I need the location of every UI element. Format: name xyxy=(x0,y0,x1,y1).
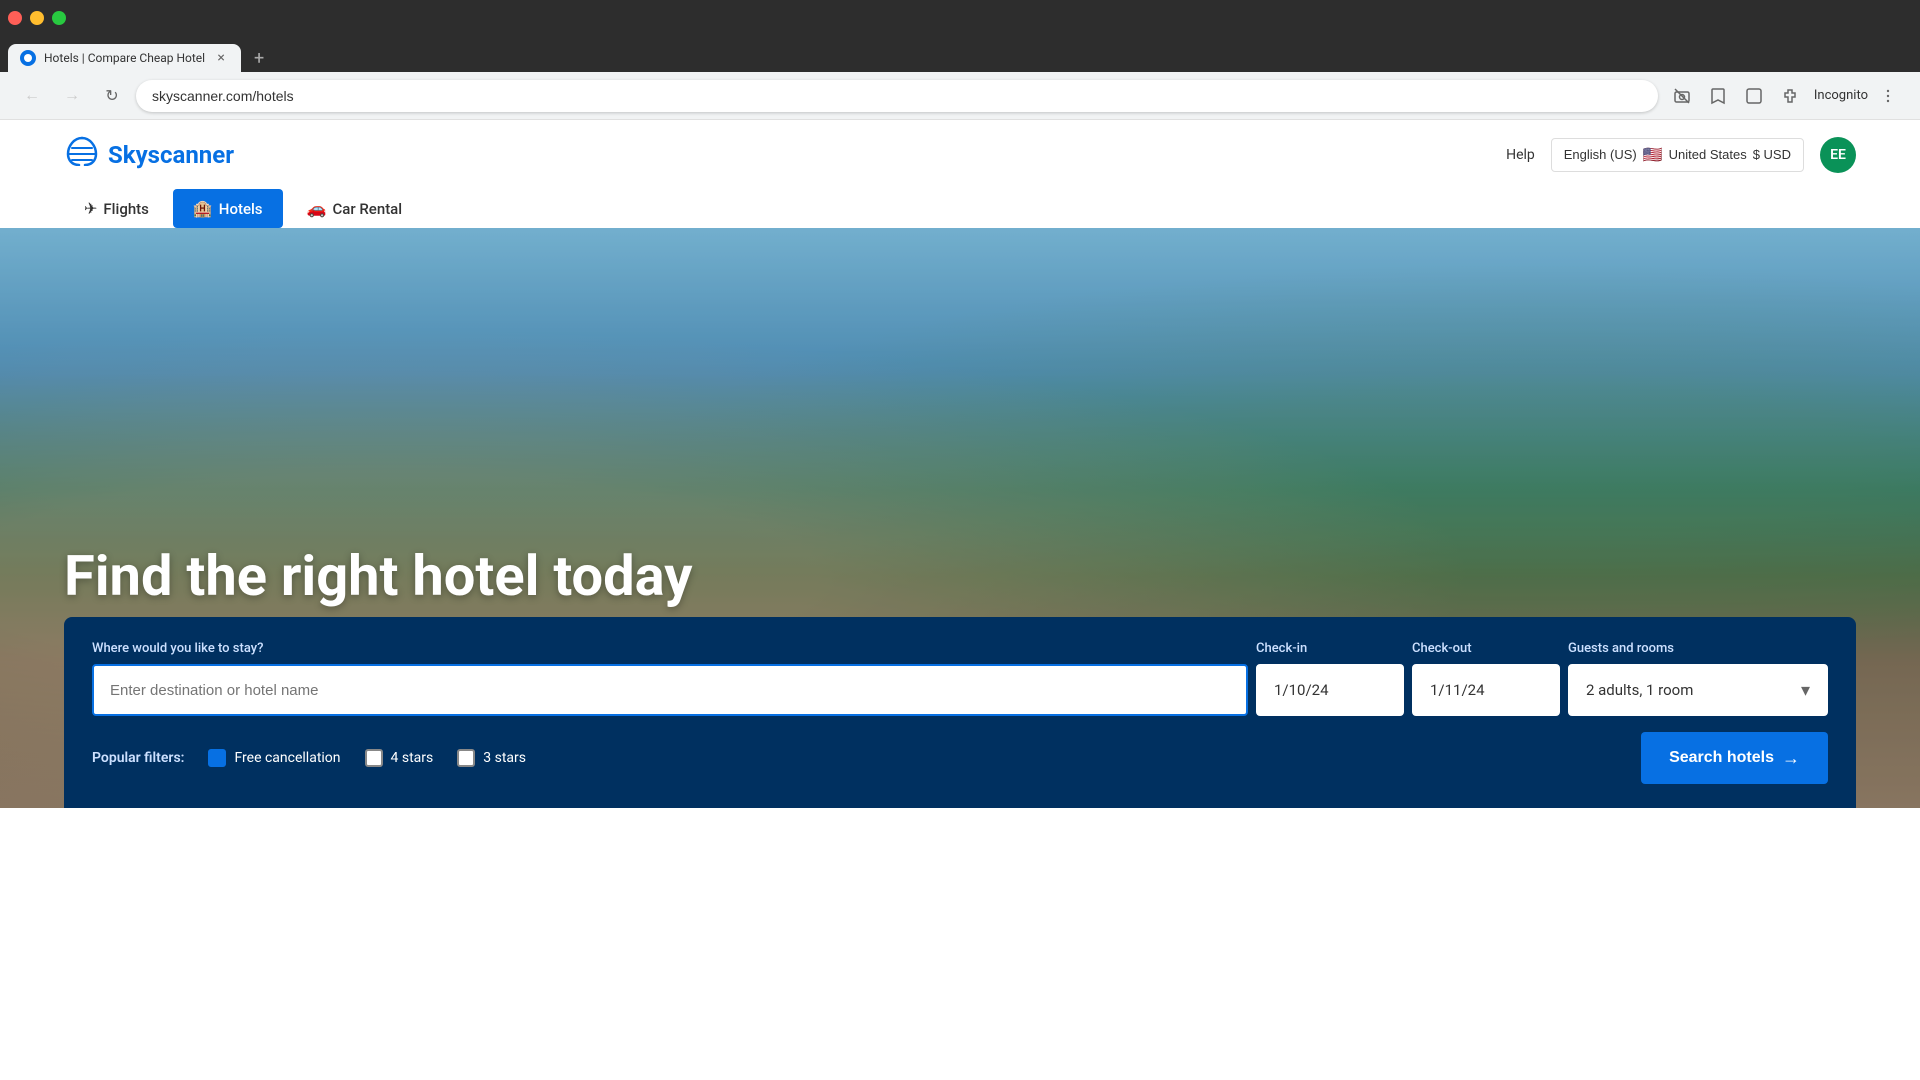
search-btn-label: Search hotels xyxy=(1669,749,1774,767)
new-tab-button[interactable]: + xyxy=(245,44,273,72)
destination-label: Where would you like to stay? xyxy=(92,641,1248,656)
car-rental-tab-label: Car Rental xyxy=(332,200,402,218)
window-controls xyxy=(8,11,66,25)
destination-input[interactable] xyxy=(92,664,1248,716)
nav-tab-car-rental[interactable]: 🚗 Car Rental xyxy=(287,189,423,228)
checkout-label: Check-out xyxy=(1412,641,1560,656)
guests-label: Guests and rooms xyxy=(1568,641,1828,656)
checkin-date-input[interactable]: 1/10/24 xyxy=(1256,664,1404,716)
forward-button[interactable]: → xyxy=(56,80,88,112)
search-box: Where would you like to stay? Check-in C… xyxy=(64,617,1856,808)
browser-titlebar xyxy=(0,0,1920,36)
logo-text: Skyscanner xyxy=(108,141,234,169)
menu-button[interactable] xyxy=(1872,80,1904,112)
camera-off-button[interactable] xyxy=(1666,80,1698,112)
guests-value: 2 adults, 1 room xyxy=(1586,681,1693,699)
3-stars-checkbox[interactable] xyxy=(457,749,475,767)
window-maximize-button[interactable] xyxy=(52,11,66,25)
flights-tab-icon: ✈ xyxy=(84,199,97,218)
logo-icon xyxy=(64,136,100,173)
car-rental-tab-icon: 🚗 xyxy=(307,199,327,218)
locale-label: English (US) xyxy=(1564,147,1637,162)
help-link[interactable]: Help xyxy=(1506,147,1535,163)
currency-label: $ USD xyxy=(1753,147,1791,162)
window-close-button[interactable] xyxy=(8,11,22,25)
filter-free-cancellation[interactable]: Free cancellation xyxy=(208,749,340,767)
filter-4-stars[interactable]: 4 stars xyxy=(365,749,434,767)
reload-button[interactable]: ↻ xyxy=(96,80,128,112)
tab-close-button[interactable]: × xyxy=(213,50,229,66)
chevron-down-icon: ▾ xyxy=(1801,680,1810,701)
address-bar[interactable] xyxy=(136,80,1658,112)
hotels-tab-label: Hotels xyxy=(219,200,263,218)
hero-title: Find the right hotel today xyxy=(64,546,692,608)
guests-rooms-select[interactable]: 2 adults, 1 room ▾ xyxy=(1568,664,1828,716)
checkout-value: 1/11/24 xyxy=(1430,681,1485,699)
user-avatar[interactable]: EE xyxy=(1820,137,1856,173)
browser-tab-active[interactable]: Hotels | Compare Cheap Hotel × xyxy=(8,44,241,72)
hero-section: Find the right hotel today Where would y… xyxy=(0,228,1920,808)
free-cancellation-checkbox[interactable] xyxy=(208,749,226,767)
filters-label: Popular filters: xyxy=(92,750,184,766)
site-logo[interactable]: Skyscanner xyxy=(64,136,234,173)
free-cancellation-label: Free cancellation xyxy=(234,750,340,766)
avatar-initials: EE xyxy=(1830,147,1846,163)
hotels-tab-icon: 🏨 xyxy=(193,199,213,218)
header-right: Help English (US) 🇺🇸 United States $ USD… xyxy=(1506,137,1856,173)
search-labels: Where would you like to stay? Check-in C… xyxy=(92,641,1828,656)
extensions-button[interactable] xyxy=(1774,80,1806,112)
window-minimize-button[interactable] xyxy=(30,11,44,25)
search-inputs: 1/10/24 1/11/24 2 adults, 1 room ▾ xyxy=(92,664,1828,716)
nav-tab-hotels[interactable]: 🏨 Hotels xyxy=(173,189,283,228)
locale-button[interactable]: English (US) 🇺🇸 United States $ USD xyxy=(1551,138,1804,172)
bookmark-button[interactable] xyxy=(1702,80,1734,112)
browser-toolbar: ← → ↻ Incognito xyxy=(0,72,1920,120)
flag-icon: 🇺🇸 xyxy=(1643,145,1663,165)
arrow-right-icon: → xyxy=(1782,748,1800,769)
nav-tab-flights[interactable]: ✈ Flights xyxy=(64,189,169,228)
page-content: Skyscanner Help English (US) 🇺🇸 United S… xyxy=(0,120,1920,808)
tab-favicon xyxy=(20,50,36,66)
flights-tab-label: Flights xyxy=(103,200,148,218)
profile-button[interactable] xyxy=(1738,80,1770,112)
3-stars-label: 3 stars xyxy=(483,750,526,766)
country-label: United States xyxy=(1669,147,1747,162)
checkout-date-input[interactable]: 1/11/24 xyxy=(1412,664,1560,716)
checkin-label: Check-in xyxy=(1256,641,1404,656)
4-stars-checkbox[interactable] xyxy=(365,749,383,767)
site-header: Skyscanner Help English (US) 🇺🇸 United S… xyxy=(0,120,1920,189)
incognito-label: Incognito xyxy=(1814,88,1868,103)
browser-tabs-bar: Hotels | Compare Cheap Hotel × + xyxy=(0,36,1920,72)
tab-title: Hotels | Compare Cheap Hotel xyxy=(44,51,205,65)
nav-tabs: ✈ Flights 🏨 Hotels 🚗 Car Rental xyxy=(0,189,1920,228)
filter-3-stars[interactable]: 3 stars xyxy=(457,749,526,767)
back-button[interactable]: ← xyxy=(16,80,48,112)
checkin-value: 1/10/24 xyxy=(1274,681,1329,699)
search-hotels-button[interactable]: Search hotels → xyxy=(1641,732,1828,784)
browser-chrome: Hotels | Compare Cheap Hotel × + ← → ↻ I… xyxy=(0,0,1920,120)
search-filters: Popular filters: Free cancellation 4 sta… xyxy=(92,732,1828,784)
4-stars-label: 4 stars xyxy=(391,750,434,766)
browser-toolbar-actions: Incognito xyxy=(1666,80,1904,112)
